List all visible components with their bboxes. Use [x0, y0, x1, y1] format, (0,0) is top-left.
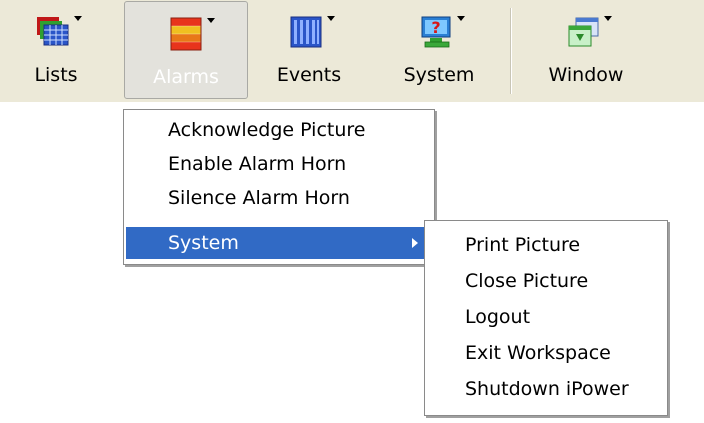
- lists-icon: [37, 17, 69, 46]
- menu-item-exit-workspace[interactable]: Exit Workspace: [427, 337, 665, 369]
- system-submenu: Print Picture Close Picture Logout Exit …: [424, 220, 668, 416]
- menu-item-logout[interactable]: Logout: [427, 301, 665, 333]
- system-button[interactable]: ? System: [392, 0, 486, 102]
- toolbar: Lists Alarms Events ? System Window: [0, 0, 704, 102]
- window-button[interactable]: Window: [536, 0, 636, 102]
- chevron-down-icon: [327, 16, 335, 21]
- window-icon: [568, 17, 599, 47]
- chevron-down-icon: [457, 16, 465, 21]
- menu-item-close-picture[interactable]: Close Picture: [427, 265, 665, 297]
- menu-item-shutdown-ipower[interactable]: Shutdown iPower: [427, 373, 665, 405]
- menu-item-system[interactable]: System: [126, 227, 432, 259]
- alarms-menu: Acknowledge Picture Enable Alarm Horn Si…: [123, 109, 435, 265]
- chevron-down-icon: [604, 16, 612, 21]
- alarms-button[interactable]: Alarms: [124, 1, 248, 99]
- svg-text:?: ?: [431, 18, 440, 37]
- menu-item-silence-alarm-horn[interactable]: Silence Alarm Horn: [126, 182, 432, 214]
- events-icon: [290, 16, 322, 48]
- events-label: Events: [276, 64, 342, 86]
- chevron-down-icon: [74, 16, 82, 21]
- menu-item-enable-alarm-horn[interactable]: Enable Alarm Horn: [126, 148, 432, 180]
- menu-item-acknowledge-picture[interactable]: Acknowledge Picture: [126, 114, 432, 146]
- alarms-label: Alarms: [153, 66, 219, 88]
- chevron-down-icon: [207, 18, 215, 23]
- alarms-icon: [170, 17, 202, 51]
- toolbar-separator: [510, 8, 512, 94]
- lists-label: Lists: [34, 64, 78, 86]
- chevron-right-icon: [412, 238, 418, 248]
- window-label: Window: [548, 64, 624, 86]
- menu-item-print-picture[interactable]: Print Picture: [427, 229, 665, 261]
- events-button[interactable]: Events: [264, 0, 354, 102]
- lists-button[interactable]: Lists: [20, 0, 92, 102]
- system-label: System: [403, 64, 475, 86]
- system-icon: ?: [421, 16, 451, 48]
